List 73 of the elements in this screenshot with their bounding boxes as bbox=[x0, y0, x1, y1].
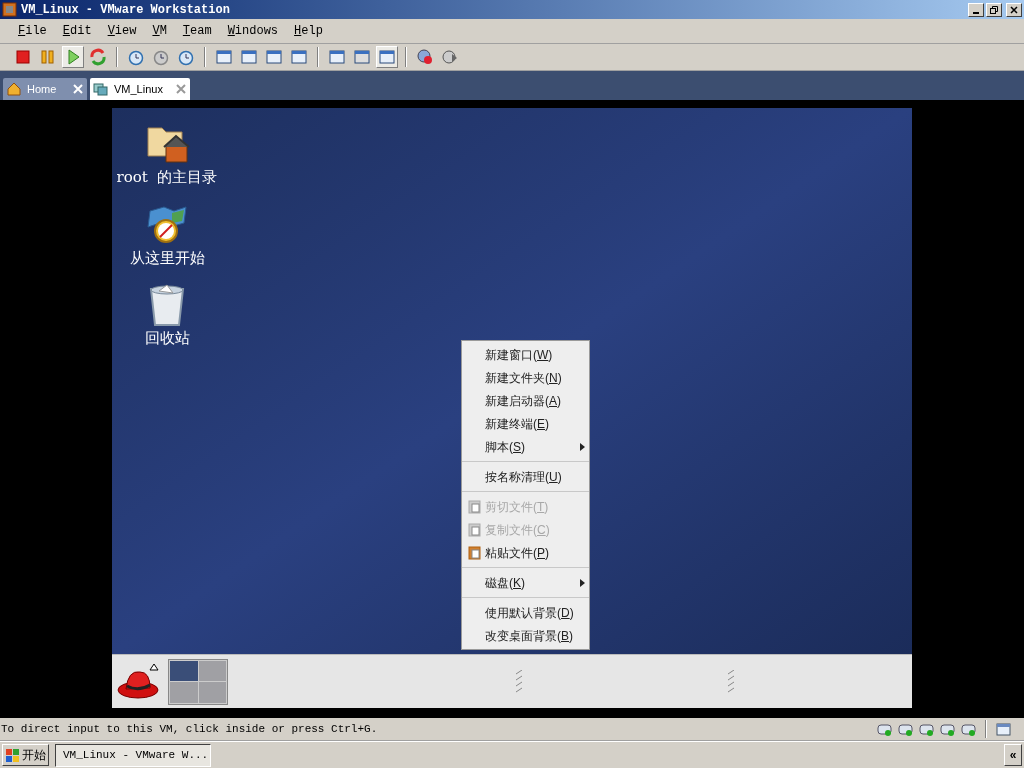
status-text: To direct input to this VM, click inside or press Ctrl+G. bbox=[0, 721, 378, 737]
panel-handle-icon bbox=[728, 669, 734, 694]
menu-item[interactable]: Help bbox=[294, 22, 323, 40]
menu-item[interactable]: 新建启动器(A) bbox=[462, 389, 589, 412]
window-view-fit-icon bbox=[240, 48, 258, 66]
panel-handle-icon bbox=[516, 669, 522, 694]
toolbar-button[interactable] bbox=[376, 46, 398, 68]
stop-icon bbox=[14, 48, 32, 66]
submenu-arrow-icon bbox=[580, 442, 585, 451]
menu-item-label[interactable]: 新建启动器(A) bbox=[485, 391, 561, 410]
menu-item[interactable]: 按名称清理(U) bbox=[462, 465, 589, 488]
menu-item-label[interactable]: 改变桌面背景(B) bbox=[485, 626, 573, 645]
menu-item-label[interactable]: 脚本(S) bbox=[485, 437, 525, 456]
clipboard-icon bbox=[467, 545, 482, 560]
minimize-icon bbox=[973, 11, 979, 14]
menu-item[interactable]: Team bbox=[182, 22, 212, 40]
house-icon bbox=[6, 81, 22, 97]
tab-label: Home bbox=[27, 81, 57, 97]
tab-label: VM_Linux bbox=[114, 81, 163, 97]
taskbar-button[interactable]: VM_Linux - VMware W... bbox=[55, 743, 211, 767]
submenu-arrow-icon bbox=[580, 578, 585, 587]
toolbar-button[interactable] bbox=[62, 46, 84, 68]
pause-icon bbox=[39, 48, 57, 66]
window-view-sidebar-icon bbox=[215, 48, 233, 66]
restore-icon bbox=[990, 5, 998, 14]
menu-item[interactable]: 脚本(S) bbox=[462, 435, 589, 458]
minimize-button[interactable] bbox=[968, 2, 984, 17]
menu-item[interactable]: 新建终端(E) bbox=[462, 412, 589, 435]
menu-item-label[interactable]: 使用默认背景(D) bbox=[485, 603, 574, 622]
menu-item[interactable]: 新建窗口(W) bbox=[462, 343, 589, 366]
menu-item-label[interactable]: 新建文件夹(N) bbox=[485, 368, 562, 387]
tab[interactable]: VM_Linux bbox=[90, 78, 190, 100]
menu-item[interactable]: 改变桌面背景(B) bbox=[462, 624, 589, 647]
menu-item[interactable]: VM bbox=[152, 22, 167, 40]
tray-expand-button[interactable]: « bbox=[1004, 744, 1022, 766]
menu-item-label[interactable]: 粘贴文件(P) bbox=[485, 543, 549, 562]
menu-item[interactable]: 磁盘(K) bbox=[462, 571, 589, 594]
clock-snap-manage-icon bbox=[177, 48, 195, 66]
menu-item-label[interactable]: 新建终端(E) bbox=[485, 414, 549, 433]
restore-button[interactable] bbox=[986, 2, 1002, 17]
menu-item-label[interactable]: 按名称清理(U) bbox=[485, 467, 562, 486]
window-view-quick-icon bbox=[378, 48, 396, 66]
start-button[interactable]: 开始 bbox=[2, 744, 49, 766]
menu-item-label[interactable]: 新建窗口(W) bbox=[485, 345, 553, 364]
clock-snap-take-icon bbox=[127, 48, 145, 66]
window-view-console-icon bbox=[353, 48, 371, 66]
menu-item[interactable]: File bbox=[18, 22, 47, 40]
close-button[interactable] bbox=[1006, 2, 1022, 17]
window-view-summary-icon bbox=[328, 48, 346, 66]
replay-icon bbox=[441, 48, 459, 66]
menu-item-label[interactable]: 磁盘(K) bbox=[485, 573, 525, 592]
menu-item[interactable]: 新建文件夹(N) bbox=[462, 366, 589, 389]
menu-item[interactable]: 使用默认背景(D) bbox=[462, 601, 589, 624]
menu-item[interactable]: Windows bbox=[227, 22, 279, 40]
toolbar-button[interactable] bbox=[87, 46, 109, 68]
vm-icon bbox=[93, 81, 109, 97]
desktop-icon-label[interactable]: 从这里开始 bbox=[129, 246, 205, 269]
desktop-icon-label[interactable]: root 的主目录 bbox=[116, 166, 218, 189]
desktop-icon-label[interactable]: 回收站 bbox=[144, 327, 190, 350]
close-icon[interactable] bbox=[176, 84, 186, 94]
menu-item[interactable]: 粘贴文件(P) bbox=[462, 541, 589, 564]
close-icon bbox=[1010, 5, 1018, 14]
clock-snap-revert-icon bbox=[152, 48, 170, 66]
app-logo-icon bbox=[2, 2, 17, 17]
menu-item[interactable]: View bbox=[107, 22, 137, 40]
workspace[interactable] bbox=[170, 660, 198, 681]
reset-icon bbox=[89, 48, 107, 66]
menu-item[interactable]: Edit bbox=[62, 22, 92, 40]
window-view-unity-icon bbox=[290, 48, 308, 66]
windows-logo-icon bbox=[5, 747, 20, 763]
record-icon bbox=[416, 48, 434, 66]
window-title: VM_Linux - VMware Workstation bbox=[21, 1, 230, 19]
window-view-full-icon bbox=[265, 48, 283, 66]
